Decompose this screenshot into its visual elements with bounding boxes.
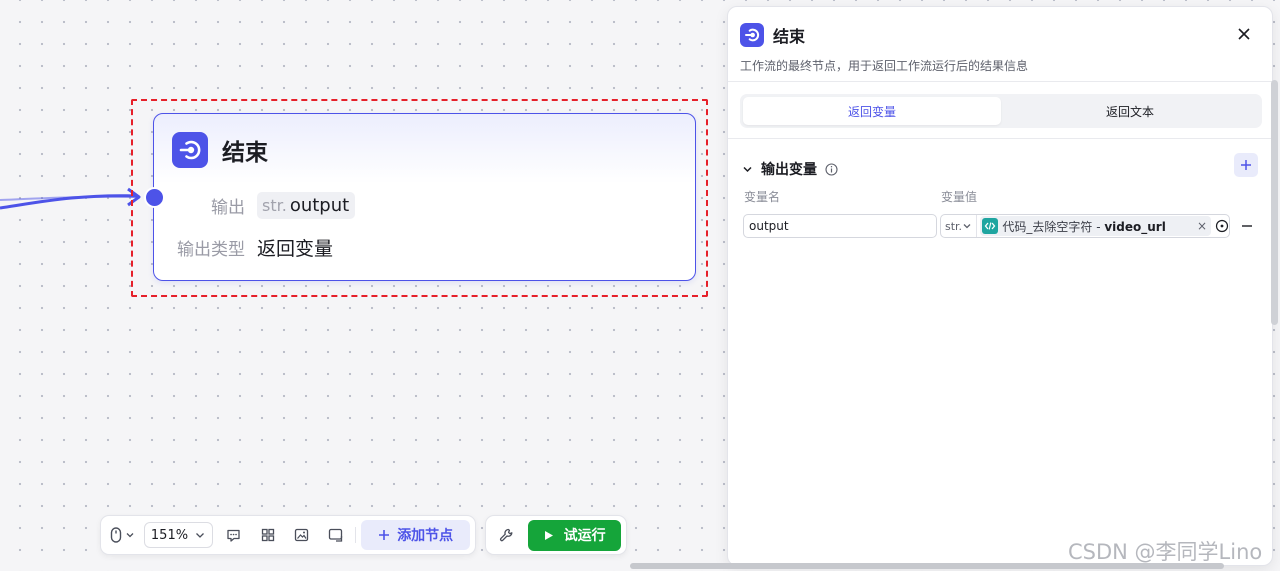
minimap-button[interactable]	[285, 521, 319, 549]
end-node-icon	[740, 23, 764, 47]
section-title: 输出变量	[761, 162, 817, 178]
play-icon	[544, 530, 553, 540]
zoom-select[interactable]: 151%	[143, 522, 213, 548]
remove-row-button[interactable]	[1240, 217, 1254, 235]
variable-value-field: str. 代码_去除空字符 - video_url ×	[940, 214, 1230, 238]
plus-icon	[1241, 160, 1251, 170]
comment-button[interactable]	[217, 521, 251, 549]
variable-picker-button[interactable]	[1215, 219, 1229, 233]
add-node-button[interactable]: 添加节点	[361, 520, 471, 550]
target-icon	[1215, 219, 1229, 233]
panel-title: 结束	[773, 27, 806, 46]
test-run-label: 试运行	[563, 528, 606, 544]
tab-return-text[interactable]: 返回文本	[1001, 97, 1259, 125]
run-toolbar: 试运行	[485, 515, 627, 555]
reference-variable: video_url	[1104, 219, 1166, 234]
node-title: 结束	[222, 140, 268, 166]
image-icon	[294, 528, 309, 542]
column-header-value: 变量值	[941, 190, 978, 204]
panel-divider	[728, 138, 1272, 139]
add-node-label: 添加节点	[397, 528, 454, 544]
reference-source: 代码_去除空字符	[1002, 219, 1093, 234]
vertical-scrollbar[interactable]	[1271, 80, 1278, 325]
reference-separator: -	[1092, 219, 1105, 234]
end-node-icon	[172, 132, 208, 168]
variable-reference-chip[interactable]: 代码_去除空字符 - video_url ×	[980, 216, 1211, 236]
zoom-value: 151%	[150, 527, 189, 543]
output-type-value: 返回变量	[257, 238, 334, 260]
close-icon	[1238, 28, 1250, 40]
chevron-down-icon	[195, 533, 204, 538]
output-type-label: 输出类型	[177, 240, 245, 260]
chevron-down-icon	[126, 533, 134, 538]
end-node-panel: 结束 工作流的最终节点，用于返回工作流运行后的结果信息 返回变量 返回文本 输出…	[727, 6, 1273, 566]
chevron-down-icon	[963, 224, 971, 229]
panel-divider	[728, 81, 1272, 82]
output-section-toggle[interactable]: 输出变量	[742, 159, 838, 179]
debug-settings-button[interactable]	[491, 521, 522, 549]
chevron-down-icon	[743, 166, 752, 172]
reference-text: 代码_去除空字符 - video_url	[1002, 218, 1165, 235]
interaction-mode-button[interactable]	[106, 521, 140, 549]
type-tag: str.	[262, 196, 287, 215]
info-icon[interactable]	[825, 162, 838, 176]
canvas-toolbar: 151% 添加节点	[100, 515, 476, 555]
input-port[interactable]	[144, 187, 165, 208]
wrench-icon	[500, 528, 513, 541]
test-run-button[interactable]: 试运行	[528, 519, 621, 551]
column-header-name: 变量名	[744, 190, 781, 204]
layout-grid-icon	[261, 528, 274, 542]
variable-name-input[interactable]	[743, 214, 937, 238]
auto-layout-button[interactable]	[251, 521, 285, 549]
code-icon	[982, 218, 999, 234]
minus-icon	[1242, 225, 1252, 227]
return-mode-tabs: 返回变量 返回文本	[740, 94, 1262, 128]
fit-view-button[interactable]	[318, 521, 352, 549]
value-type: str.	[945, 219, 963, 233]
add-output-button[interactable]	[1234, 153, 1258, 177]
toolbar-divider	[355, 527, 357, 543]
plus-icon	[379, 530, 390, 540]
value-type-select[interactable]: str.	[941, 215, 978, 237]
comment-icon	[227, 529, 240, 542]
mouse-icon	[111, 527, 122, 543]
end-node-card[interactable]: 结束 输出 str. output 输出类型 返回变量	[153, 113, 696, 281]
output-label: 输出	[211, 198, 245, 218]
close-button[interactable]	[1234, 24, 1254, 44]
panel-description: 工作流的最终节点，用于返回工作流运行后的结果信息	[740, 59, 1029, 73]
output-variable-name: output	[289, 195, 350, 216]
output-variable-pill: str. output	[257, 192, 356, 219]
screen-fit-icon	[328, 528, 343, 542]
tab-return-variable[interactable]: 返回变量	[743, 97, 1001, 125]
watermark: CSDN @李同学Lino	[1068, 540, 1263, 564]
clear-reference-button[interactable]: ×	[1197, 219, 1207, 233]
